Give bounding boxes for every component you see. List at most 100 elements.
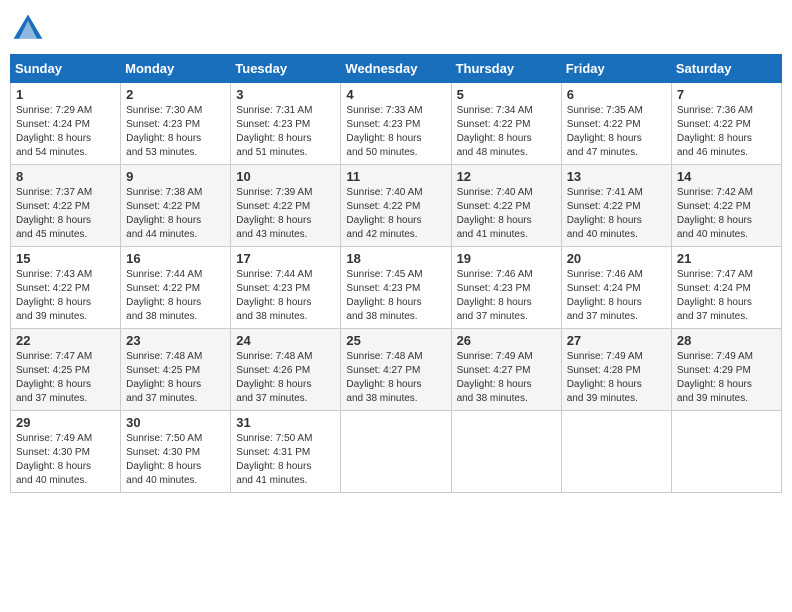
day-number: 23 [126,333,225,348]
day-number: 24 [236,333,335,348]
day-number: 2 [126,87,225,102]
day-info: Sunrise: 7:35 AM Sunset: 4:22 PM Dayligh… [567,104,666,160]
calendar-cell: 14Sunrise: 7:42 AM Sunset: 4:22 PM Dayli… [671,165,781,247]
day-info: Sunrise: 7:31 AM Sunset: 4:23 PM Dayligh… [236,104,335,160]
day-number: 15 [16,251,115,266]
day-info: Sunrise: 7:33 AM Sunset: 4:23 PM Dayligh… [346,104,445,160]
weekday-header-row: SundayMondayTuesdayWednesdayThursdayFrid… [11,55,782,83]
calendar-cell: 12 Sunrise: 7:40 AM Sunset: 4:22 PM Dayli… [451,165,561,247]
day-info: Sunrise: 7:29 AM Sunset: 4:24 PM Dayligh… [16,104,115,160]
calendar-cell: 5 Sunrise: 7:34 AM Sunset: 4:22 PM Daylig… [451,83,561,165]
calendar-cell: 18 Sunrise: 7:45 AM Sunset: 4:23 PM Dayli… [341,247,451,329]
calendar-cell: 25Sunrise: 7:48 AM Sunset: 4:27 PM Dayli… [341,329,451,411]
day-number: 21 [677,251,776,266]
calendar-cell: 10 Sunrise: 7:39 AM Sunset: 4:22 PM Dayli… [231,165,341,247]
day-info: Sunrise: 7:41 AM Sunset: 4:22 PM Dayligh… [567,186,666,242]
day-number: 20 [567,251,666,266]
calendar-cell: 4 Sunrise: 7:33 AM Sunset: 4:23 PM Daylig… [341,83,451,165]
calendar-cell: 29 Sunrise: 7:49 AM Sunset: 4:30 PM Dayli… [11,411,121,493]
day-number: 17 [236,251,335,266]
day-number: 3 [236,87,335,102]
calendar-week-row: 29 Sunrise: 7:49 AM Sunset: 4:30 PM Dayli… [11,411,782,493]
weekday-header-wednesday: Wednesday [341,55,451,83]
day-number: 8 [16,169,115,184]
calendar-cell [671,411,781,493]
calendar-cell: 7 Sunrise: 7:36 AM Sunset: 4:22 PM Daylig… [671,83,781,165]
day-number: 11 [346,169,445,184]
day-info: Sunrise: 7:47 AM Sunset: 4:25 PM Dayligh… [16,350,115,406]
calendar-cell: 27 Sunrise: 7:49 AM Sunset: 4:28 PM Dayli… [561,329,671,411]
day-number: 28 [677,333,776,348]
weekday-header-monday: Monday [121,55,231,83]
day-number: 1 [16,87,115,102]
calendar-cell: 17 Sunrise: 7:44 AM Sunset: 4:23 PM Dayli… [231,247,341,329]
calendar-cell: 1 Sunrise: 7:29 AM Sunset: 4:24 PM Daylig… [11,83,121,165]
calendar-cell: 11 Sunrise: 7:40 AM Sunset: 4:22 PM Dayli… [341,165,451,247]
day-info: Sunrise: 7:30 AM Sunset: 4:23 PM Dayligh… [126,104,225,160]
day-info: Sunrise: 7:49 AM Sunset: 4:27 PM Dayligh… [457,350,556,406]
day-number: 27 [567,333,666,348]
calendar-cell: 19Sunrise: 7:46 AM Sunset: 4:23 PM Dayli… [451,247,561,329]
day-info: Sunrise: 7:39 AM Sunset: 4:22 PM Dayligh… [236,186,335,242]
calendar-cell: 6 Sunrise: 7:35 AM Sunset: 4:22 PM Daylig… [561,83,671,165]
day-info: Sunrise: 7:46 AM Sunset: 4:23 PM Dayligh… [457,268,556,324]
day-info: Sunrise: 7:48 AM Sunset: 4:26 PM Dayligh… [236,350,335,406]
calendar-cell: 15 Sunrise: 7:43 AM Sunset: 4:22 PM Dayli… [11,247,121,329]
weekday-header-thursday: Thursday [451,55,561,83]
day-info: Sunrise: 7:40 AM Sunset: 4:22 PM Dayligh… [346,186,445,242]
calendar-table: SundayMondayTuesdayWednesdayThursdayFrid… [10,54,782,493]
day-info: Sunrise: 7:47 AM Sunset: 4:24 PM Dayligh… [677,268,776,324]
calendar-cell: 13Sunrise: 7:41 AM Sunset: 4:22 PM Dayli… [561,165,671,247]
calendar-cell [451,411,561,493]
day-number: 7 [677,87,776,102]
day-info: Sunrise: 7:40 AM Sunset: 4:22 PM Dayligh… [457,186,556,242]
day-number: 12 [457,169,556,184]
page-header [10,10,782,46]
calendar-cell: 3 Sunrise: 7:31 AM Sunset: 4:23 PM Daylig… [231,83,341,165]
day-number: 29 [16,415,115,430]
day-number: 4 [346,87,445,102]
day-info: Sunrise: 7:49 AM Sunset: 4:29 PM Dayligh… [677,350,776,406]
day-number: 6 [567,87,666,102]
weekday-header-friday: Friday [561,55,671,83]
day-info: Sunrise: 7:45 AM Sunset: 4:23 PM Dayligh… [346,268,445,324]
calendar-week-row: 22 Sunrise: 7:47 AM Sunset: 4:25 PM Dayli… [11,329,782,411]
weekday-header-saturday: Saturday [671,55,781,83]
day-number: 30 [126,415,225,430]
day-number: 10 [236,169,335,184]
day-info: Sunrise: 7:36 AM Sunset: 4:22 PM Dayligh… [677,104,776,160]
calendar-cell: 23Sunrise: 7:48 AM Sunset: 4:25 PM Dayli… [121,329,231,411]
calendar-cell [341,411,451,493]
day-info: Sunrise: 7:50 AM Sunset: 4:31 PM Dayligh… [236,432,335,488]
calendar-cell: 9Sunrise: 7:38 AM Sunset: 4:22 PM Daylig… [121,165,231,247]
calendar-cell: 16Sunrise: 7:44 AM Sunset: 4:22 PM Dayli… [121,247,231,329]
day-number: 18 [346,251,445,266]
day-info: Sunrise: 7:43 AM Sunset: 4:22 PM Dayligh… [16,268,115,324]
day-info: Sunrise: 7:38 AM Sunset: 4:22 PM Dayligh… [126,186,225,242]
day-number: 22 [16,333,115,348]
day-number: 25 [346,333,445,348]
day-info: Sunrise: 7:50 AM Sunset: 4:30 PM Dayligh… [126,432,225,488]
day-info: Sunrise: 7:44 AM Sunset: 4:22 PM Dayligh… [126,268,225,324]
calendar-cell: 30 Sunrise: 7:50 AM Sunset: 4:30 PM Dayli… [121,411,231,493]
day-number: 5 [457,87,556,102]
weekday-header-sunday: Sunday [11,55,121,83]
day-info: Sunrise: 7:46 AM Sunset: 4:24 PM Dayligh… [567,268,666,324]
calendar-cell: 22 Sunrise: 7:47 AM Sunset: 4:25 PM Dayli… [11,329,121,411]
day-number: 26 [457,333,556,348]
calendar-cell [561,411,671,493]
calendar-cell: 2 Sunrise: 7:30 AM Sunset: 4:23 PM Daylig… [121,83,231,165]
calendar-cell: 8Sunrise: 7:37 AM Sunset: 4:22 PM Daylig… [11,165,121,247]
weekday-header-tuesday: Tuesday [231,55,341,83]
calendar-cell: 28 Sunrise: 7:49 AM Sunset: 4:29 PM Dayli… [671,329,781,411]
day-info: Sunrise: 7:49 AM Sunset: 4:28 PM Dayligh… [567,350,666,406]
day-info: Sunrise: 7:34 AM Sunset: 4:22 PM Dayligh… [457,104,556,160]
day-info: Sunrise: 7:44 AM Sunset: 4:23 PM Dayligh… [236,268,335,324]
logo-icon [10,10,46,46]
logo [10,10,50,46]
day-info: Sunrise: 7:49 AM Sunset: 4:30 PM Dayligh… [16,432,115,488]
calendar-week-row: 8Sunrise: 7:37 AM Sunset: 4:22 PM Daylig… [11,165,782,247]
day-number: 14 [677,169,776,184]
calendar-week-row: 15 Sunrise: 7:43 AM Sunset: 4:22 PM Dayli… [11,247,782,329]
calendar-cell: 20 Sunrise: 7:46 AM Sunset: 4:24 PM Dayli… [561,247,671,329]
